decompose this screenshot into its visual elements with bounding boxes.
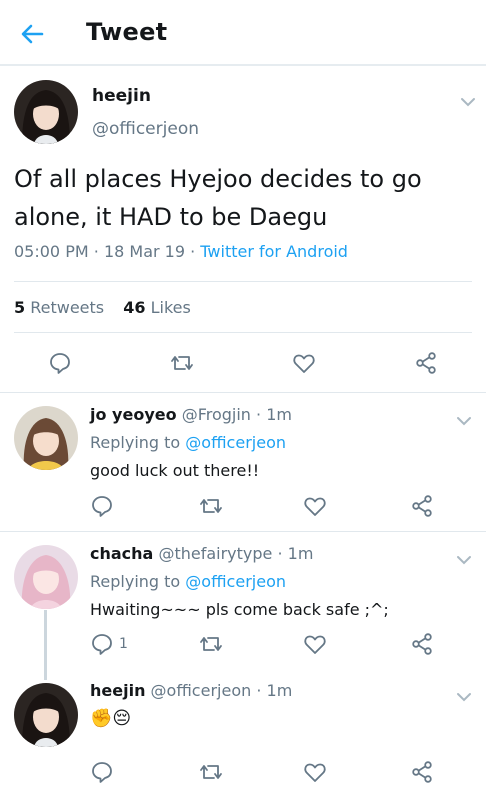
reply-count: 1 bbox=[119, 636, 128, 652]
back-arrow-icon[interactable] bbox=[18, 20, 46, 48]
retweet-icon[interactable] bbox=[170, 351, 194, 375]
reply-icon[interactable] bbox=[90, 494, 114, 518]
share-icon[interactable] bbox=[410, 494, 434, 518]
share-icon[interactable] bbox=[414, 351, 438, 375]
retweet-icon[interactable] bbox=[199, 494, 223, 518]
tweet-stats: 5 Retweets 46 Likes bbox=[14, 298, 191, 317]
reply-author-handle[interactable]: @Frogjin bbox=[182, 405, 251, 424]
chevron-down-icon[interactable] bbox=[456, 411, 472, 426]
avatar[interactable] bbox=[14, 406, 78, 470]
tweet-source-link[interactable]: Twitter for Android bbox=[200, 242, 348, 261]
reply-author-name[interactable]: heejin bbox=[90, 681, 145, 700]
like-heart-icon[interactable] bbox=[303, 760, 327, 784]
chevron-down-icon[interactable] bbox=[456, 687, 472, 702]
like-heart-icon[interactable] bbox=[292, 351, 316, 375]
replying-to: Replying to @officerjeon bbox=[90, 433, 286, 452]
like-heart-icon[interactable] bbox=[303, 494, 327, 518]
share-icon[interactable] bbox=[410, 632, 434, 656]
reply-icon[interactable] bbox=[90, 632, 114, 656]
mention-link[interactable]: @officerjeon bbox=[185, 572, 286, 591]
avatar[interactable] bbox=[14, 683, 78, 747]
reply-text: ✊😔 bbox=[90, 708, 132, 729]
divider bbox=[14, 332, 472, 333]
divider bbox=[0, 392, 486, 393]
replying-to: Replying to @officerjeon bbox=[90, 572, 286, 591]
share-icon[interactable] bbox=[410, 760, 434, 784]
meta-separator: · bbox=[190, 242, 196, 261]
reply-icon[interactable] bbox=[48, 351, 72, 375]
reply-text: good luck out there!! bbox=[90, 461, 260, 480]
likes-stat[interactable]: 46 Likes bbox=[123, 298, 191, 317]
page-title: Tweet bbox=[86, 18, 168, 46]
reply-author-handle[interactable]: @thefairytype bbox=[158, 544, 272, 563]
meta-separator: · bbox=[93, 242, 99, 261]
retweet-icon[interactable] bbox=[199, 632, 223, 656]
reply-text: Hwaiting~~~ pls come back safe ;^; bbox=[90, 600, 389, 619]
author-handle[interactable]: @officerjeon bbox=[92, 119, 199, 139]
reply-author-name[interactable]: chacha bbox=[90, 544, 153, 563]
tweet-meta: 05:00 PM · 18 Mar 19 · Twitter for Andro… bbox=[14, 242, 348, 261]
reply-header: heejin @officerjeon · 1m bbox=[90, 681, 293, 700]
divider bbox=[0, 531, 486, 532]
avatar[interactable] bbox=[14, 80, 78, 144]
tweet-date: 18 Mar 19 bbox=[103, 242, 186, 261]
reply-author-name[interactable]: jo yeoyeo bbox=[90, 405, 177, 424]
avatar[interactable] bbox=[14, 545, 78, 609]
reply-header: chacha @thefairytype · 1m bbox=[90, 544, 314, 563]
reply-header: jo yeoyeo @Frogjin · 1m bbox=[90, 405, 292, 424]
tweet-text: Of all places Hyejoo decides to go alone… bbox=[14, 165, 422, 231]
author-name[interactable]: heejin bbox=[92, 86, 151, 106]
reply-time: 1m bbox=[266, 405, 292, 424]
like-heart-icon[interactable] bbox=[303, 632, 327, 656]
top-app-bar: Tweet bbox=[0, 0, 486, 66]
retweet-icon[interactable] bbox=[199, 760, 223, 784]
reply-author-handle[interactable]: @officerjeon bbox=[151, 681, 252, 700]
divider bbox=[14, 281, 472, 282]
mention-link[interactable]: @officerjeon bbox=[185, 433, 286, 452]
reply-time: 1m bbox=[266, 681, 293, 700]
thread-connector-line bbox=[44, 610, 47, 680]
chevron-down-icon[interactable] bbox=[456, 550, 472, 565]
reply-icon[interactable] bbox=[90, 760, 114, 784]
reply-time: 1m bbox=[287, 544, 314, 563]
chevron-down-icon[interactable] bbox=[460, 92, 476, 107]
tweet-time: 05:00 PM bbox=[14, 242, 89, 261]
retweets-stat[interactable]: 5 Retweets bbox=[14, 298, 104, 317]
